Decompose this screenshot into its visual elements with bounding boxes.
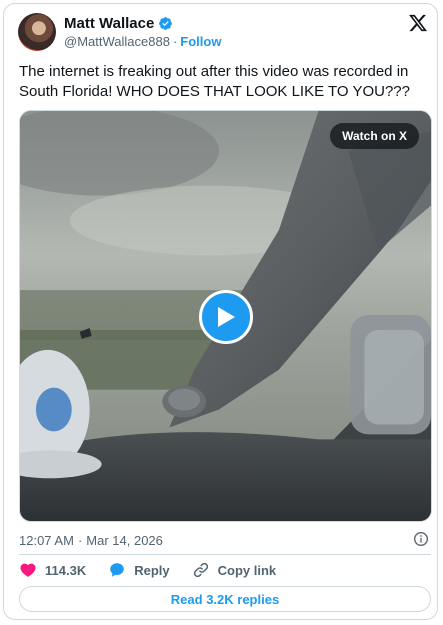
play-button[interactable] (199, 290, 253, 344)
tweet-date: Mar 14, 2026 (86, 532, 163, 548)
heart-icon (20, 563, 36, 577)
author-display-name[interactable]: Matt Wallace (64, 15, 154, 32)
copy-link-button[interactable]: Copy link (192, 561, 277, 579)
tweet-time: 12:07 AM (19, 532, 74, 548)
watch-on-x-button[interactable]: Watch on X (330, 123, 419, 149)
tweet-timestamp[interactable]: 12:07 AM · Mar 14, 2026 (19, 531, 431, 549)
video-player[interactable]: Watch on X (19, 110, 432, 522)
separator-dot: · (77, 532, 83, 548)
author-handle-row: @MattWallace888 · Follow (64, 34, 221, 49)
reply-label: Reply (134, 562, 170, 578)
tweet-card: Matt Wallace @MattWallace888 · Follow The … (3, 3, 438, 620)
avatar[interactable] (18, 13, 56, 51)
like-count: 114.3K (45, 562, 87, 578)
read-replies-button[interactable]: Read 3.2K replies (19, 586, 431, 612)
author-handle[interactable]: @MattWallace888 (64, 34, 170, 49)
copy-link-label: Copy link (217, 562, 277, 578)
verified-badge-icon (159, 17, 173, 30)
x-logo-icon[interactable] (408, 13, 428, 33)
reply-bubble-icon (110, 563, 124, 577)
play-icon (218, 307, 235, 327)
tweet-header: Matt Wallace @MattWallace888 · Follow (18, 13, 428, 53)
like-button[interactable]: 114.3K (19, 561, 86, 579)
reply-button[interactable]: Reply (108, 561, 170, 579)
tweet-text: The internet is freaking out after this … (19, 63, 410, 100)
link-icon (193, 562, 208, 578)
separator-dot: · (172, 34, 178, 49)
tweet-actions: 114.3K Reply Copy link (19, 560, 298, 580)
divider (19, 554, 431, 555)
author-name-row: Matt Wallace (64, 15, 173, 32)
info-icon[interactable] (413, 531, 429, 547)
follow-button[interactable]: Follow (180, 34, 221, 49)
